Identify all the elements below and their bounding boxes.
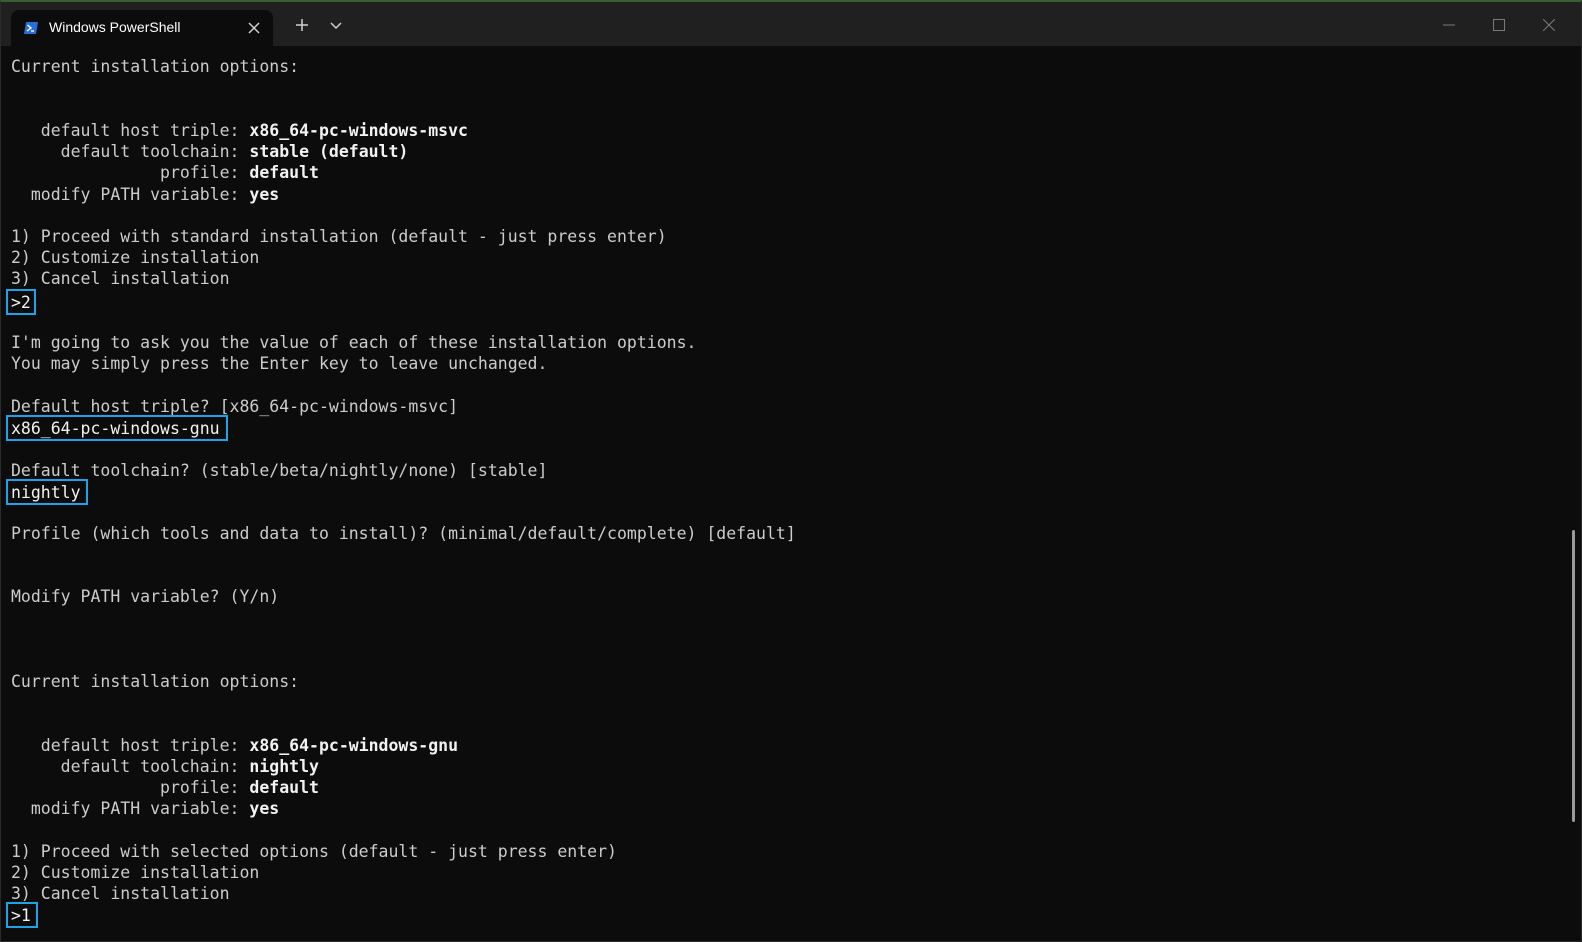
option-line: profile: default: [11, 163, 319, 182]
close-window-icon[interactable]: [1525, 10, 1571, 40]
option-line: modify PATH variable: yes: [11, 799, 280, 818]
option-line: default toolchain: stable (default): [11, 142, 409, 161]
highlighted-input: >2: [6, 289, 36, 315]
highlighted-input: >1: [6, 902, 38, 928]
user-input: x86_64-pc-windows-gnu: [11, 419, 220, 438]
terminal-window: Windows PowerShell Current installation …: [0, 0, 1582, 942]
menu-item: 2) Customize installation: [11, 248, 260, 267]
title-bar[interactable]: Windows PowerShell: [1, 2, 1581, 46]
menu-item: 1) Proceed with standard installation (d…: [11, 227, 667, 246]
user-input: >2: [11, 293, 31, 312]
info-line: You may simply press the Enter key to le…: [11, 354, 548, 373]
menu-item: 1) Proceed with selected options (defaul…: [11, 842, 617, 861]
user-input: nightly: [11, 483, 81, 502]
menu-item: 2) Customize installation: [11, 863, 260, 882]
new-tab-plus-icon[interactable]: [293, 16, 311, 34]
minimize-icon[interactable]: [1425, 10, 1471, 40]
tab-dropdown-chevron-down-icon[interactable]: [327, 16, 345, 34]
prompt-toolchain: Default toolchain? (stable/beta/nightly/…: [11, 461, 548, 480]
tab-windows-powershell[interactable]: Windows PowerShell: [11, 10, 273, 46]
menu-item: 3) Cancel installation: [11, 269, 230, 288]
powershell-icon: [23, 20, 39, 36]
user-input: >1: [11, 906, 31, 925]
tab-title: Windows PowerShell: [49, 19, 181, 35]
menu-item: 3) Cancel installation: [11, 884, 230, 903]
prompt-profile: Profile (which tools and data to install…: [11, 524, 796, 543]
highlighted-input: x86_64-pc-windows-gnu: [6, 415, 228, 441]
option-line: profile: default: [11, 778, 319, 797]
options-heading: Current installation options:: [11, 57, 300, 76]
option-line: default host triple: x86_64-pc-windows-m…: [11, 121, 468, 140]
scrollbar-thumb[interactable]: [1572, 530, 1575, 822]
prompt-modify-path: Modify PATH variable? (Y/n): [11, 587, 280, 606]
terminal-output[interactable]: Current installation options: default ho…: [1, 46, 1581, 941]
highlighted-input: nightly: [6, 479, 88, 505]
prompt-host-triple: Default host triple? [x86_64-pc-windows-…: [11, 397, 459, 416]
maximize-icon[interactable]: [1475, 10, 1521, 40]
option-line: default toolchain: nightly: [11, 757, 319, 776]
option-line: modify PATH variable: yes: [11, 185, 280, 204]
options-heading: Current installation options:: [11, 672, 300, 691]
info-line: I'm going to ask you the value of each o…: [11, 333, 697, 352]
close-tab-icon[interactable]: [245, 19, 263, 37]
option-line: default host triple: x86_64-pc-windows-g…: [11, 736, 459, 755]
